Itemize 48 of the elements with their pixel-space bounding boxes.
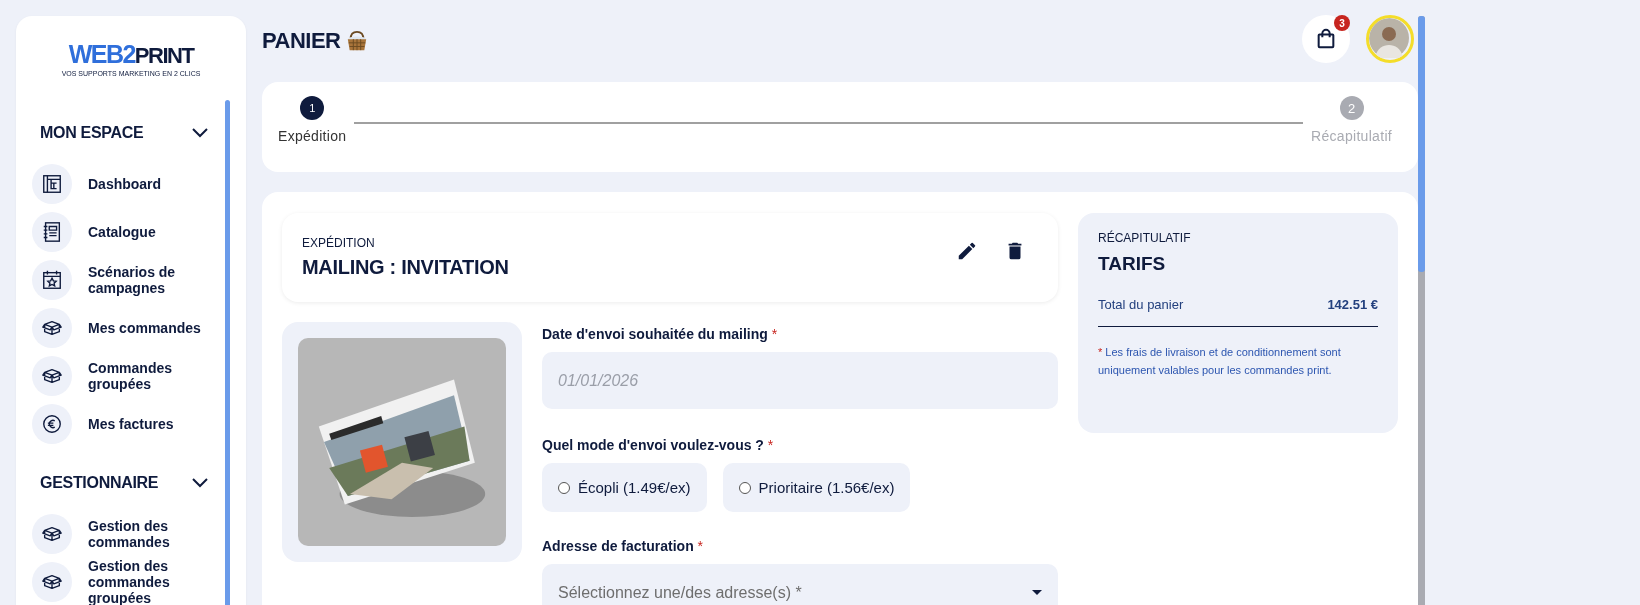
required-mark: * (767, 437, 774, 453)
chevron-icon[interactable] (192, 128, 208, 138)
chevron-icon[interactable] (192, 478, 208, 488)
logo-text: WEB2 (68, 40, 135, 69)
nav-item[interactable]: Gestion des commandes (32, 510, 208, 558)
avatar[interactable] (1366, 15, 1414, 63)
cart-button[interactable]: 3 (1302, 15, 1350, 63)
nav-item[interactable]: Mes factures (32, 400, 208, 448)
dashboard-icon (41, 173, 63, 195)
calendar-star-icon (41, 269, 63, 291)
summary-title: TARIFS (1098, 253, 1167, 275)
shipment-title: MAILING : INVITATION (302, 256, 509, 279)
logo-text: PRINT (134, 43, 194, 69)
field-label: Date d'envoi souhaitée du mailing * (542, 326, 779, 342)
euro-icon (41, 413, 63, 435)
nav-item[interactable]: Dashboard (32, 160, 208, 208)
radio-option[interactable]: Prioritaire (1.56€/ex) (722, 463, 911, 512)
overline: EXPÉDITION (302, 236, 376, 250)
overline: RÉCAPITULATIF (1098, 231, 1192, 245)
nav-item[interactable]: Catalogue (32, 208, 208, 256)
scrollbar[interactable] (225, 100, 230, 605)
required-mark: * (697, 538, 704, 554)
caret-icon (1032, 590, 1042, 595)
field-label: Adresse de facturation * (542, 538, 705, 554)
address-select[interactable]: Sélectionnez une/des adresse(s) * (542, 564, 1058, 605)
required-mark: * (771, 326, 778, 342)
nav-item[interactable]: Mes commandes (32, 304, 208, 352)
shipping-note: * Les frais de livraison et de conditionnement sont uniquement valables pour les commandes print. (1098, 345, 1342, 378)
date-field[interactable]: 01/01/2026 (542, 352, 1058, 409)
step-number[interactable]: 1 (300, 96, 325, 120)
total-label: Total du panier (1098, 297, 1184, 312)
total-value: 142.51 € (1327, 297, 1378, 312)
nav-item[interactable]: Scénarios de campagnes (32, 256, 208, 304)
cart-badge: 3 (1334, 15, 1350, 31)
radio-button[interactable] (558, 481, 570, 494)
page-title: PANIER (262, 28, 341, 54)
section-title: MON ESPACE (40, 124, 144, 142)
nav-item[interactable]: Gestion des commandes groupées (32, 558, 208, 605)
section-title: GESTIONNAIRE (40, 474, 159, 492)
shopping-bag-icon (1315, 28, 1337, 50)
notebook-icon (41, 221, 63, 243)
radio-option[interactable]: Écopli (1.49€/ex) (542, 463, 707, 512)
radio-button[interactable] (738, 481, 751, 494)
step-label: Expédition (278, 128, 347, 144)
nav-item[interactable]: Commandes groupées (32, 352, 208, 400)
step-label: Récapitulatif (1311, 128, 1392, 144)
scrollbar[interactable] (1418, 16, 1425, 605)
field-label: Quel mode d'envoi voulez-vous ? * (542, 437, 775, 453)
